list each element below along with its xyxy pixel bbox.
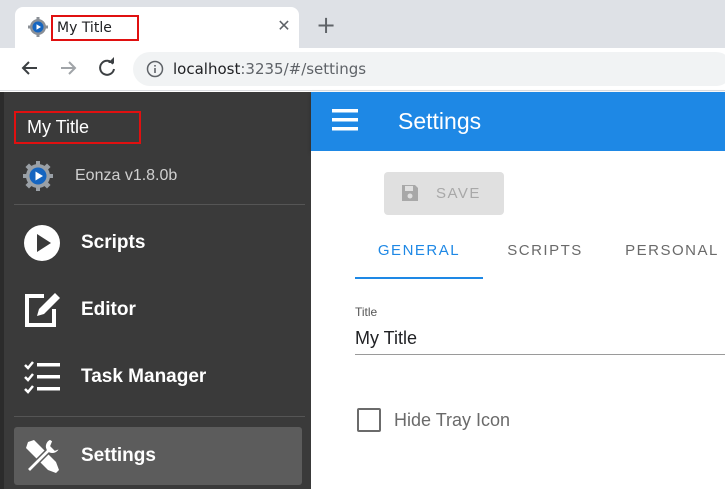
new-tab-button[interactable]: +: [312, 11, 340, 39]
app-bar: Settings: [311, 92, 725, 151]
version-row: Eonza v1.8.0b: [4, 158, 311, 194]
address-bar[interactable]: localhost:3235/#/settings: [133, 52, 725, 86]
edit-icon: [25, 293, 60, 327]
back-arrow-icon[interactable]: [16, 54, 44, 82]
tab-scripts[interactable]: SCRIPTS: [483, 230, 607, 280]
save-button-label: SAVE: [436, 185, 481, 202]
play-circle-icon: [24, 225, 60, 261]
checklist-icon: [24, 361, 60, 394]
url-text: localhost:3235/#/settings: [173, 52, 366, 86]
forward-arrow-icon[interactable]: [54, 54, 82, 82]
hide-tray-checkbox[interactable]: [357, 408, 381, 432]
save-button[interactable]: SAVE: [384, 172, 504, 215]
sidebar-item-settings[interactable]: Settings: [14, 427, 302, 485]
floppy-disk-icon: [402, 185, 418, 201]
sidebar-item-editor[interactable]: Editor: [14, 281, 302, 339]
browser-toolbar: localhost:3235/#/settings: [0, 48, 725, 91]
sidebar-item-label: Settings: [81, 445, 156, 466]
eonza-logo-icon: [23, 161, 53, 191]
tab-title: My Title: [51, 15, 139, 41]
version-label: Eonza v1.8.0b: [75, 167, 178, 184]
url-host: localhost: [173, 60, 241, 78]
eonza-gear-icon: [28, 17, 48, 37]
sidebar-divider: [14, 204, 305, 205]
title-field-label: Title: [355, 305, 378, 319]
settings-panel: SAVE GENERAL SCRIPTS PERSONAL Title Hide…: [311, 151, 725, 489]
app-title: My Title: [14, 111, 141, 144]
url-path: :3235/#/settings: [240, 60, 367, 78]
menu-icon[interactable]: [332, 109, 358, 131]
hide-tray-label: Hide Tray Icon: [394, 410, 511, 430]
sidebar-item-label: Task Manager: [81, 366, 207, 387]
tab-close-icon[interactable]: ✕: [273, 15, 295, 37]
sidebar-item-task-manager[interactable]: Task Manager: [14, 348, 302, 406]
page-title: Settings: [398, 108, 482, 134]
sidebar-item-label: Editor: [81, 299, 136, 320]
title-input[interactable]: [355, 323, 725, 355]
tools-icon: [25, 438, 62, 474]
tab-general[interactable]: GENERAL: [355, 230, 483, 280]
browser-tab-strip: My Title ✕ +: [0, 0, 725, 48]
browser-tab[interactable]: My Title ✕: [15, 7, 299, 48]
sidebar-divider: [14, 416, 305, 417]
info-icon[interactable]: [146, 60, 164, 78]
sidebar-item-scripts[interactable]: Scripts: [14, 214, 302, 272]
settings-tabs: GENERAL SCRIPTS PERSONAL: [355, 230, 725, 280]
tab-personal[interactable]: PERSONAL: [607, 230, 725, 280]
sidebar-item-label: Scripts: [81, 232, 146, 253]
active-tab-indicator: [355, 277, 483, 279]
reload-icon[interactable]: [93, 54, 121, 82]
sidebar: My Title Eonza v1.8.0b Scripts Editor Ta…: [0, 92, 311, 489]
